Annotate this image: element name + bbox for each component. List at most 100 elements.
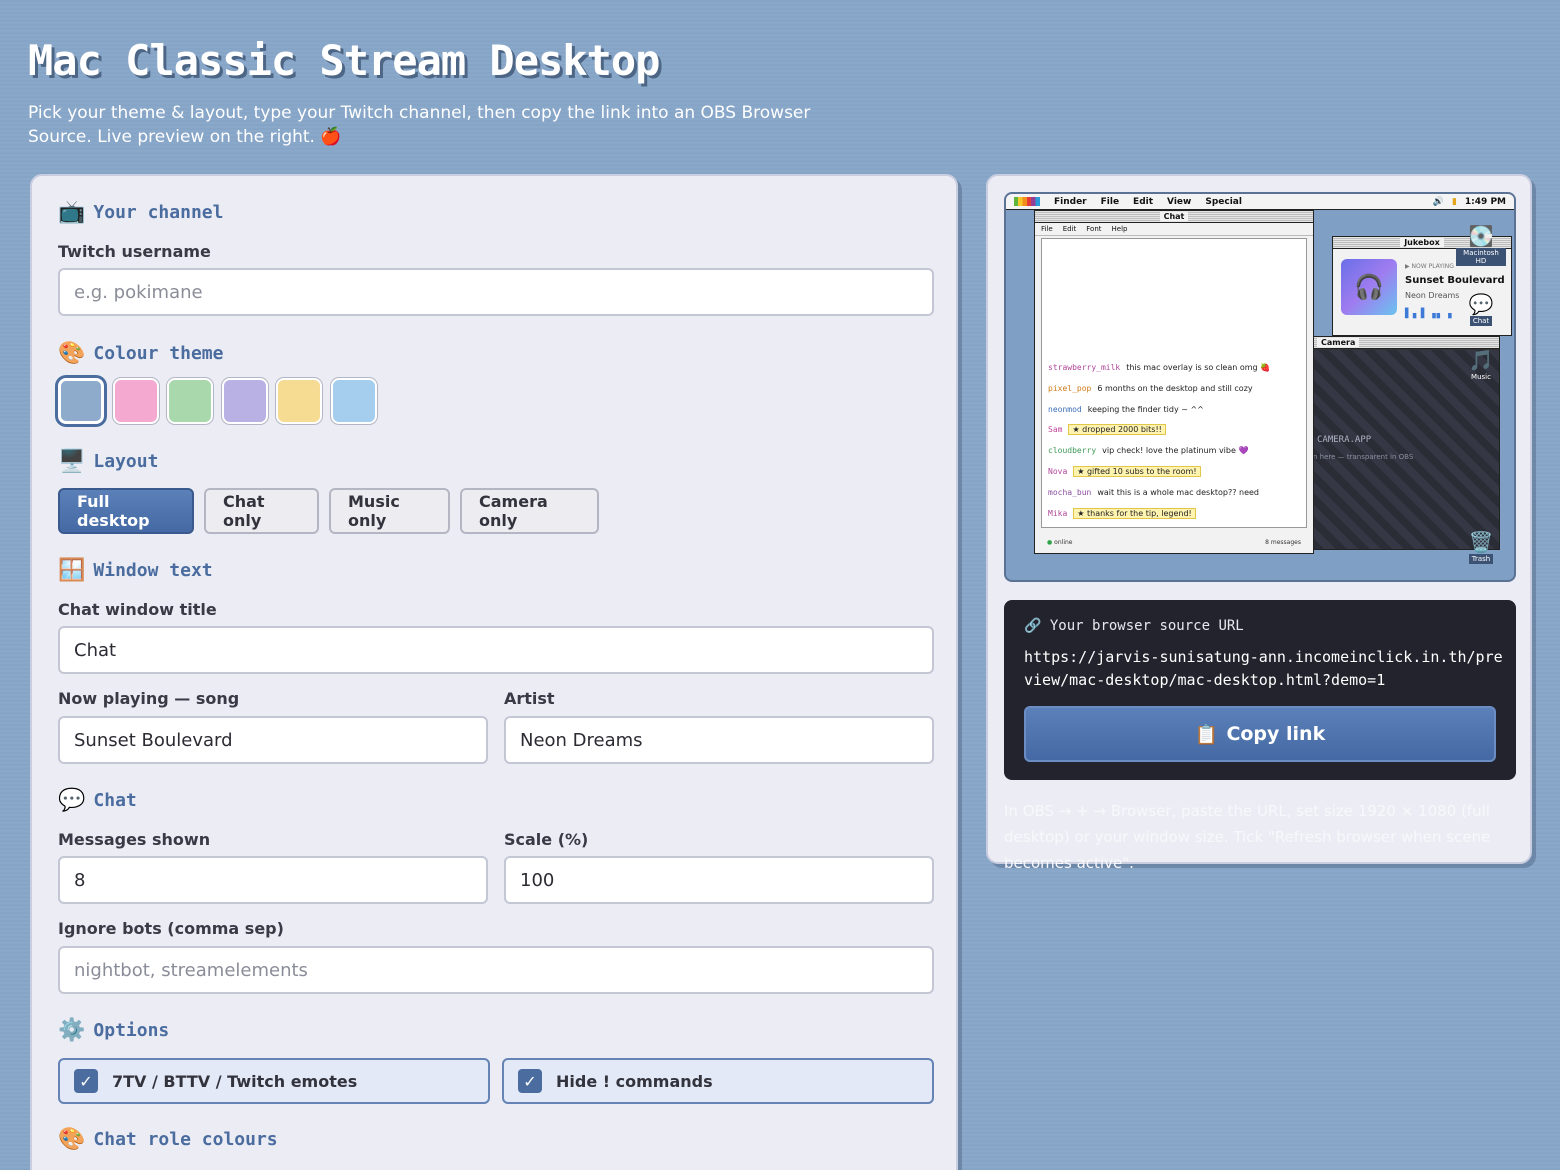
equalizer-icon: ▌▖▌▗▖▗ <box>1405 309 1453 319</box>
scale-label: Scale (%) <box>504 830 589 849</box>
chat-menu-file: File <box>1041 225 1053 233</box>
emotes-checkbox[interactable]: ✓ <box>74 1069 98 1093</box>
preview-panel: Finder File Edit View Special 🔊 ▮ 1:49 P… <box>986 174 1532 872</box>
camera-hint: n here — transparent in OBS <box>1313 453 1414 461</box>
chat-message: Sam ★ dropped 2000 bits!! <box>1048 424 1166 436</box>
camera-app-label: CAMERA.APP <box>1317 435 1372 445</box>
chat-message: Mika ★ thanks for the tip, legend! <box>1048 507 1196 519</box>
signal-icon: ▮ <box>1451 197 1457 207</box>
palette-icon: 🎨 <box>58 1127 86 1152</box>
jukebox-artist: Neon Dreams <box>1405 291 1460 300</box>
chat-message: cloudberry vip check! love the platinum v… <box>1048 446 1248 455</box>
hide-commands-label: Hide ! commands <box>556 1071 713 1091</box>
ignore-bots-label: Ignore bots (comma sep) <box>58 919 284 938</box>
chat-window: Chat File Edit Font Help strawberry_milk… <box>1034 210 1314 554</box>
theme-swatch-blue[interactable] <box>58 378 104 424</box>
theme-swatch-green[interactable] <box>167 378 213 424</box>
speech-bubble-icon: 💬 <box>58 788 86 813</box>
chat-footer: ● online 8 messages <box>1041 535 1307 549</box>
section-your-channel: 📺 Your channel <box>58 200 223 225</box>
theme-swatch-pink[interactable] <box>112 378 159 424</box>
camera-title: Camera <box>1317 338 1360 347</box>
chat-text: ★ thanks for the tip, legend! <box>1073 507 1196 519</box>
link-icon: 🔗 <box>1024 618 1042 634</box>
chat-status: ● online <box>1047 538 1073 546</box>
chat-window-title-label: Chat window title <box>58 600 217 619</box>
clock: 1:49 PM <box>1464 197 1506 207</box>
music-desktop-icon[interactable]: 🎵 Music <box>1456 348 1506 382</box>
section-window-text: 🪟 Window text <box>58 558 213 583</box>
chat-menu-help: Help <box>1111 225 1128 233</box>
theme-swatch-yellow[interactable] <box>276 378 322 424</box>
config-panel: 📺 Your channel Twitch username 🎨 Colour … <box>30 174 958 1170</box>
ignore-bots-input[interactable] <box>58 946 934 994</box>
chat-text: keeping the finder tidy ~ ^^ <box>1087 404 1204 414</box>
chat-message: neonmod keeping the finder tidy ~ ^^ <box>1048 405 1204 414</box>
twitch-username-label: Twitch username <box>58 242 211 261</box>
emotes-label: 7TV / BTTV / Twitch emotes <box>112 1071 358 1091</box>
window-icon: 🪟 <box>58 558 86 583</box>
chat-message-list: strawberry_milk this mac overlay is so cl… <box>1041 238 1307 528</box>
tv-icon: 📺 <box>58 200 86 225</box>
chat-text: ★ dropped 2000 bits!! <box>1068 424 1166 436</box>
browser-source-url[interactable]: https://jarvis-sunisatung-ann.incomeincl… <box>1024 646 1504 692</box>
hide-commands-option[interactable]: ✓ Hide ! commands <box>502 1058 934 1104</box>
theme-swatch-purple[interactable] <box>221 378 268 424</box>
section-title: Your channel <box>93 202 224 223</box>
chat-window-title-input[interactable] <box>58 626 934 674</box>
page-subtitle: Pick your theme & layout, type your Twit… <box>28 103 811 147</box>
layout-chat-only-button[interactable]: Chat only <box>204 488 319 534</box>
clipboard-icon: 📋 <box>1194 723 1219 746</box>
song-input[interactable] <box>58 716 488 764</box>
chat-count: 8 messages <box>1265 538 1301 546</box>
copy-link-label: Copy link <box>1226 723 1326 745</box>
copy-link-button[interactable]: 📋 Copy link <box>1024 706 1496 762</box>
chat-desktop-icon[interactable]: 💬 Chat <box>1456 292 1506 326</box>
headphones-icon: 🎧 <box>1341 259 1397 315</box>
speaker-icon: 🔊 <box>1432 197 1444 207</box>
chat-username: mocha_bun <box>1048 487 1092 497</box>
scale-input[interactable] <box>504 856 934 904</box>
desktop-preview: Finder File Edit View Special 🔊 ▮ 1:49 P… <box>1004 192 1516 582</box>
section-options: ⚙️ Options <box>58 1018 169 1043</box>
chat-message: Nova ★ gifted 10 subs to the room! <box>1048 466 1201 477</box>
section-title: Window text <box>93 560 213 581</box>
emotes-option[interactable]: ✓ 7TV / BTTV / Twitch emotes <box>58 1058 490 1104</box>
artist-label: Artist <box>504 689 555 708</box>
chat-menu-edit: Edit <box>1062 225 1077 233</box>
menu-special: Special <box>1205 196 1242 207</box>
messages-shown-label: Messages shown <box>58 830 211 849</box>
chat-message: strawberry_milk this mac overlay is so cl… <box>1048 363 1270 372</box>
menu-finder: Finder <box>1054 196 1087 207</box>
chat-message: mocha_bun wait this is a whole mac deskto… <box>1048 488 1259 497</box>
gear-icon: ⚙️ <box>58 1018 86 1043</box>
trash-icon[interactable]: 🗑️ Trash <box>1456 530 1506 564</box>
section-title: Chat <box>93 790 137 811</box>
chat-username: Nova <box>1048 467 1068 476</box>
url-heading: 🔗 Your browser source URL <box>1024 618 1244 634</box>
obs-instructions: In OBS → + → Browser, paste the URL, set… <box>1004 802 1491 872</box>
menu-view: View <box>1167 196 1192 207</box>
layout-music-only-button[interactable]: Music only <box>329 488 450 534</box>
layout-camera-only-button[interactable]: Camera only <box>460 488 599 534</box>
chat-username: pixel_pop <box>1048 383 1092 393</box>
theme-swatch-sky[interactable] <box>330 378 377 424</box>
online-dot-icon: ● <box>1047 538 1053 546</box>
chat-username: neonmod <box>1048 404 1082 414</box>
twitch-username-input[interactable] <box>58 268 934 316</box>
section-chat: 💬 Chat <box>58 788 137 813</box>
chat-text: ★ gifted 10 subs to the room! <box>1073 466 1201 477</box>
chat-text: wait this is a whole mac desktop?? need <box>1097 487 1259 497</box>
jukebox-song: Sunset Boulevard <box>1405 275 1505 286</box>
song-label: Now playing — song <box>58 689 240 708</box>
hide-commands-checkbox[interactable]: ✓ <box>518 1069 542 1093</box>
apple-logo-icon <box>1014 197 1040 206</box>
section-chat-role-colours: 🎨 Chat role colours <box>58 1127 278 1152</box>
layout-full-desktop-button[interactable]: Full desktop <box>58 488 194 534</box>
chat-text: 6 months on the desktop and still cozy <box>1097 383 1253 393</box>
macintosh-hd-icon[interactable]: 💽 Macintosh HD <box>1456 224 1506 266</box>
artist-input[interactable] <box>504 716 934 764</box>
messages-shown-input[interactable] <box>58 856 488 904</box>
section-layout: 🖥️ Layout <box>58 449 158 474</box>
monitor-icon: 🖥️ <box>58 449 86 474</box>
